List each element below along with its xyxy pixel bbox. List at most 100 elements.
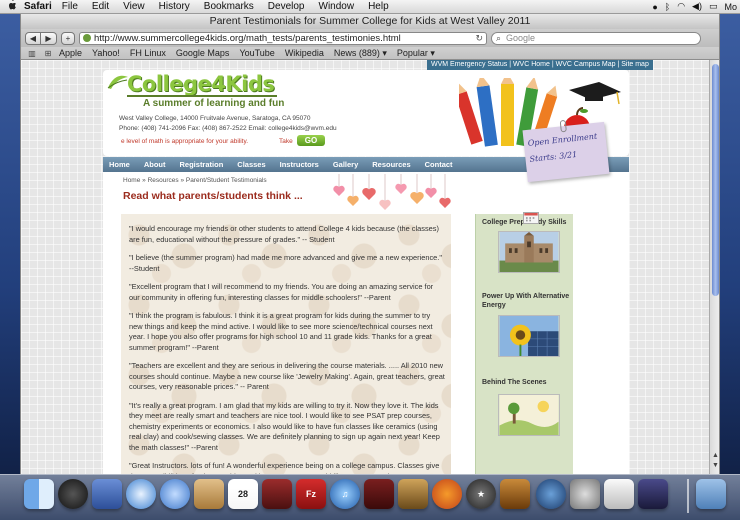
safari-icon[interactable] bbox=[126, 479, 156, 509]
bookmark-fh-linux[interactable]: FH Linux bbox=[130, 48, 166, 58]
filezilla-icon[interactable]: Fz bbox=[296, 479, 326, 509]
calendar-icon bbox=[523, 212, 539, 224]
time-machine-icon[interactable] bbox=[536, 479, 566, 509]
system-preferences-icon[interactable] bbox=[570, 479, 600, 509]
scrollbar-thumb[interactable] bbox=[712, 64, 719, 296]
bookmark-news[interactable]: News (889) ▾ bbox=[334, 48, 387, 59]
wifi-icon[interactable]: ◠ bbox=[677, 1, 685, 12]
bluetooth-icon[interactable]: ᛒ bbox=[665, 2, 670, 12]
testimonials-panel: "I would encourage my friends or other s… bbox=[121, 214, 451, 474]
menu-window[interactable]: Window bbox=[319, 1, 355, 12]
bookmark-wikipedia[interactable]: Wikipedia bbox=[285, 48, 324, 58]
menu-bar: Safari File Edit View History Bookmarks … bbox=[0, 0, 740, 14]
open-enrollment-note: Open Enrollment Starts: 3/21 bbox=[522, 119, 610, 183]
nav-home[interactable]: Home bbox=[109, 160, 130, 169]
nav-resources[interactable]: Resources bbox=[372, 160, 410, 169]
ical-icon[interactable]: 28 bbox=[228, 479, 258, 509]
back-button[interactable]: ◀ bbox=[25, 31, 41, 45]
heart-icons bbox=[333, 183, 451, 210]
menu-view[interactable]: View bbox=[123, 1, 145, 12]
menu-clock[interactable]: Mo bbox=[724, 2, 737, 12]
audio-icon[interactable] bbox=[638, 479, 668, 509]
browser-toolbar: ◀ ▶ + http://www.summercollege4kids.org/… bbox=[21, 29, 719, 47]
sidebar-title-alternative-energy[interactable]: Power Up With Alternative Energy bbox=[482, 292, 574, 310]
menu-file[interactable]: File bbox=[62, 1, 78, 12]
nav-gallery[interactable]: Gallery bbox=[333, 160, 358, 169]
nav-classes[interactable]: Classes bbox=[237, 160, 265, 169]
nav-about[interactable]: About bbox=[144, 160, 166, 169]
dock: 28 Fz ♫ ★ bbox=[0, 474, 740, 520]
reload-icon[interactable]: ↻ bbox=[475, 33, 483, 44]
bookmarks-grid-icon[interactable]: ⊞ bbox=[43, 49, 53, 58]
ichat-icon[interactable] bbox=[160, 479, 190, 509]
applications-folder-icon[interactable] bbox=[696, 479, 726, 509]
address-bar[interactable]: http://www.summercollege4kids.org/math_t… bbox=[79, 31, 487, 45]
menu-extras: ● ᛒ ◠ ◀) ▭ Mo bbox=[652, 1, 737, 12]
garageband-icon[interactable] bbox=[500, 479, 530, 509]
menu-develop[interactable]: Develop bbox=[268, 1, 305, 12]
college-building-thumbnail[interactable] bbox=[498, 231, 560, 273]
search-placeholder: Google bbox=[506, 32, 536, 43]
vertical-scrollbar[interactable]: ▲ ▼ bbox=[709, 60, 719, 474]
itunes-icon[interactable]: ♫ bbox=[330, 479, 360, 509]
go-button[interactable]: GO bbox=[297, 135, 325, 146]
address-text: http://www.summercollege4kids.org/math_t… bbox=[94, 32, 401, 44]
nav-contact[interactable]: Contact bbox=[425, 160, 453, 169]
bookmarks-book-icon[interactable]: ▥ bbox=[27, 49, 37, 58]
scroll-up-arrow-icon[interactable]: ▲ bbox=[711, 452, 719, 459]
photo-frames-icon[interactable] bbox=[364, 479, 394, 509]
breadcrumb[interactable]: Home » Resources » Parent/Student Testim… bbox=[123, 177, 267, 184]
nav-registration[interactable]: Registration bbox=[180, 160, 224, 169]
photo-booth-icon[interactable] bbox=[262, 479, 292, 509]
imovie-icon[interactable]: ★ bbox=[466, 479, 496, 509]
address-book-icon[interactable] bbox=[194, 479, 224, 509]
testimonial-item: "Great Instructors. lots of fun! A wonde… bbox=[129, 461, 440, 474]
testimonial-item: "Excellent program that I will recommend… bbox=[129, 282, 434, 302]
menu-help[interactable]: Help bbox=[368, 1, 389, 12]
menu-bookmarks[interactable]: Bookmarks bbox=[204, 1, 254, 12]
bookmark-popular[interactable]: Popular ▾ bbox=[397, 48, 435, 59]
search-field[interactable]: ⌕ Google bbox=[491, 31, 701, 45]
menu-edit[interactable]: Edit bbox=[92, 1, 109, 12]
preview-icon[interactable] bbox=[604, 479, 634, 509]
top-utility-links[interactable]: WVM Emergency Status | WVC Home | WVC Ca… bbox=[427, 60, 653, 70]
testimonial-item: "I think the program is fabulous. I thin… bbox=[129, 311, 433, 352]
menu-history[interactable]: History bbox=[159, 1, 190, 12]
battery-icon[interactable]: ▭ bbox=[709, 1, 718, 12]
ticker-take-text: Take bbox=[279, 138, 293, 145]
hanging-hearts-decoration bbox=[333, 174, 451, 210]
site-address: West Valley College, 14000 Fruitvale Ave… bbox=[119, 115, 311, 122]
bookmark-google-maps[interactable]: Google Maps bbox=[176, 48, 230, 58]
testimonial-item: "Teachers are excellent and they are ser… bbox=[129, 361, 445, 391]
tagline-divider bbox=[127, 95, 277, 97]
sunflower-solar-thumbnail[interactable] bbox=[498, 315, 560, 357]
record-icon[interactable]: ● bbox=[652, 2, 657, 12]
iphoto-icon[interactable] bbox=[398, 479, 428, 509]
bookmark-youtube[interactable]: YouTube bbox=[239, 48, 274, 58]
bookmark-yahoo[interactable]: Yahoo! bbox=[92, 48, 120, 58]
dashboard-icon[interactable] bbox=[58, 479, 88, 509]
cartoon-landscape-thumbnail[interactable] bbox=[498, 394, 560, 436]
main-content: Home » Resources » Parent/Student Testim… bbox=[103, 172, 629, 474]
menu-app-name[interactable]: Safari bbox=[24, 1, 52, 12]
volume-icon[interactable]: ◀) bbox=[692, 1, 702, 12]
window-title: Parent Testimonials for Summer College f… bbox=[21, 14, 719, 29]
nav-instructors[interactable]: Instructors bbox=[280, 160, 319, 169]
testimonial-item: "It's really a great program. I am glad … bbox=[129, 400, 440, 452]
mail-stamp-icon[interactable] bbox=[92, 479, 122, 509]
firefox-icon[interactable] bbox=[432, 479, 462, 509]
finder-icon[interactable] bbox=[24, 479, 54, 509]
page-title: Read what parents/students think ... bbox=[123, 190, 303, 202]
crayon-yellow-icon bbox=[501, 78, 514, 146]
scroll-down-arrow-icon[interactable]: ▼ bbox=[711, 462, 719, 469]
bookmarks-bar: ▥ ⊞ Apple Yahoo! FH Linux Google Maps Yo… bbox=[21, 47, 719, 60]
bookmark-apple[interactable]: Apple bbox=[59, 48, 82, 58]
testimonial-item: "I believe (the summer program) had made… bbox=[129, 253, 442, 273]
add-bookmark-button[interactable]: + bbox=[61, 31, 75, 45]
sidebar-title-behind-the-scenes[interactable]: Behind The Scenes bbox=[482, 378, 574, 387]
forward-button[interactable]: ▶ bbox=[41, 31, 57, 45]
browser-window: Parent Testimonials for Summer College f… bbox=[20, 14, 720, 474]
apple-menu-icon[interactable] bbox=[4, 0, 20, 13]
site-logo[interactable]: College4Kids bbox=[127, 72, 275, 96]
site-tagline: A summer of learning and fun bbox=[143, 98, 285, 109]
